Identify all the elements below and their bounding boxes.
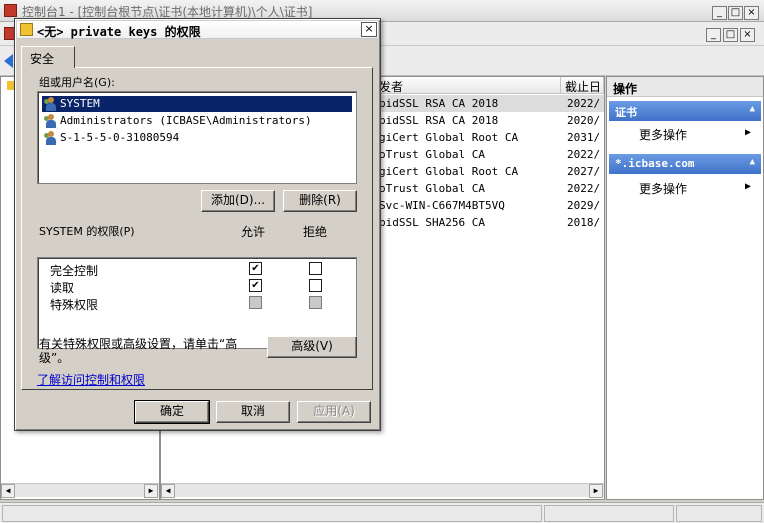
issuer-cell: giCert Global Root CA bbox=[379, 165, 519, 178]
user-group-icon bbox=[44, 131, 58, 145]
permission-row: 读取 ✔ bbox=[38, 277, 356, 295]
learn-access-control-link[interactable]: 了解访问控制和权限 bbox=[37, 371, 145, 388]
inner-close-button[interactable]: × bbox=[740, 28, 755, 42]
issuer-cell: oTrust Global CA bbox=[379, 182, 485, 195]
folder-lock-icon bbox=[20, 23, 33, 36]
permission-row: 特殊权限 bbox=[38, 294, 356, 312]
issuer-cell: pidSSL SHA256 CA bbox=[379, 216, 485, 229]
submenu-arrow-icon: ▶ bbox=[745, 127, 752, 138]
permissions-label: SYSTEM 的权限(P) bbox=[39, 225, 135, 238]
dialog-title-bar: <无> private keys 的权限 × bbox=[17, 21, 378, 39]
action-group-certificates[interactable]: 证书 ▲ bbox=[609, 101, 761, 121]
user-name: S-1-5-5-0-31080594 bbox=[60, 131, 180, 144]
user-row-administrators[interactable]: Administrators (ICBASE\Administrators) bbox=[42, 113, 352, 129]
user-name: Administrators (ICBASE\Administrators) bbox=[60, 114, 312, 127]
remove-button[interactable]: 删除(R) bbox=[283, 190, 357, 212]
action-group-title: 证书 bbox=[615, 106, 637, 119]
back-arrow-icon[interactable] bbox=[4, 54, 13, 68]
dialog-title: <无> private keys 的权限 bbox=[37, 25, 201, 39]
collapse-up-icon[interactable]: ▲ bbox=[750, 157, 755, 167]
status-cell bbox=[676, 505, 762, 522]
collapse-up-icon[interactable]: ▲ bbox=[750, 104, 755, 114]
scroll-left-icon[interactable]: ◀ bbox=[1, 484, 15, 498]
action-more-actions[interactable]: 更多操作 bbox=[639, 180, 687, 197]
scroll-left-icon[interactable]: ◀ bbox=[161, 484, 175, 498]
permissions-dialog: <无> private keys 的权限 × 安全 组或用户名(G): SYST… bbox=[14, 18, 381, 431]
expires-cell: 2022/ bbox=[567, 148, 601, 161]
mmc-app-icon bbox=[4, 4, 17, 17]
status-bar bbox=[0, 502, 764, 523]
user-name: SYSTEM bbox=[60, 97, 100, 110]
add-button[interactable]: 添加(D)... bbox=[201, 190, 275, 212]
expires-cell: 2020/ bbox=[567, 114, 601, 127]
expires-cell: 2022/ bbox=[567, 182, 601, 195]
deny-checkbox[interactable] bbox=[309, 279, 322, 292]
allow-checkbox[interactable]: ✔ bbox=[249, 279, 262, 292]
action-more-actions[interactable]: 更多操作 bbox=[639, 126, 687, 143]
group-users-label: 组或用户名(G): bbox=[39, 76, 115, 89]
scroll-right-icon[interactable]: ▶ bbox=[589, 484, 603, 498]
issuer-cell: pidSSL RSA CA 2018 bbox=[379, 97, 499, 110]
list-hscrollbar[interactable]: ◀ ▶ bbox=[161, 483, 604, 498]
permission-row: 完全控制 ✔ bbox=[38, 260, 356, 278]
maximize-button[interactable]: □ bbox=[728, 6, 743, 20]
action-group-icbase[interactable]: *.icbase.com ▲ bbox=[609, 154, 761, 174]
deny-checkbox[interactable] bbox=[309, 262, 322, 275]
apply-button[interactable]: 应用(A) bbox=[297, 401, 371, 423]
status-cell bbox=[544, 505, 674, 522]
tree-hscrollbar[interactable]: ◀ ▶ bbox=[1, 483, 159, 498]
dialog-close-button[interactable]: × bbox=[361, 22, 377, 37]
inner-minimize-button[interactable]: _ bbox=[706, 28, 721, 42]
inner-restore-button[interactable]: □ bbox=[723, 28, 738, 42]
close-button[interactable]: × bbox=[744, 6, 759, 20]
issuer-cell: Svc-WIN-C667M4BT5VQ bbox=[379, 199, 505, 212]
permission-name: 特殊权限 bbox=[50, 298, 99, 312]
allow-checkbox bbox=[249, 296, 262, 309]
issuer-cell: pidSSL RSA CA 2018 bbox=[379, 114, 499, 127]
advanced-button[interactable]: 高级(V) bbox=[267, 336, 357, 358]
column-header-issuer[interactable]: 发者 bbox=[375, 77, 561, 94]
allow-checkbox[interactable]: ✔ bbox=[249, 262, 262, 275]
expires-cell: 2029/ bbox=[567, 199, 601, 212]
actions-header: 操作 bbox=[607, 77, 763, 97]
column-header-expires[interactable]: 截止日 bbox=[561, 77, 604, 94]
deny-checkbox bbox=[309, 296, 322, 309]
issuer-cell: giCert Global Root CA bbox=[379, 131, 519, 144]
tab-security[interactable]: 安全 bbox=[21, 46, 75, 68]
status-cell bbox=[2, 505, 542, 522]
issuer-cell: oTrust Global CA bbox=[379, 148, 485, 161]
expires-cell: 2031/ bbox=[567, 131, 601, 144]
ok-button[interactable]: 确定 bbox=[134, 400, 210, 424]
user-row-system[interactable]: SYSTEM bbox=[42, 96, 352, 112]
submenu-arrow-icon: ▶ bbox=[745, 181, 752, 192]
deny-column-label: 拒绝 bbox=[303, 225, 328, 239]
user-group-icon bbox=[44, 97, 58, 111]
user-group-icon bbox=[44, 114, 58, 128]
actions-pane: 操作 证书 ▲ 更多操作 ▶ *.icbase.com ▲ 更多操作 ▶ bbox=[606, 76, 764, 500]
user-row-sid[interactable]: S-1-5-5-0-31080594 bbox=[42, 130, 352, 146]
allow-column-label: 允许 bbox=[241, 225, 266, 239]
advanced-hint-text: 有关特殊权限或高级设置，请单击“高级”。 bbox=[39, 337, 238, 365]
expires-cell: 2027/ bbox=[567, 165, 601, 178]
scroll-right-icon[interactable]: ▶ bbox=[144, 484, 158, 498]
minimize-button[interactable]: _ bbox=[712, 6, 727, 20]
expires-cell: 2022/ bbox=[567, 97, 601, 110]
expires-cell: 2018/ bbox=[567, 216, 601, 229]
action-group-title: *.icbase.com bbox=[615, 157, 695, 170]
users-list[interactable]: SYSTEM Administrators (ICBASE\Administra… bbox=[37, 91, 357, 184]
cancel-button[interactable]: 取消 bbox=[216, 401, 290, 423]
